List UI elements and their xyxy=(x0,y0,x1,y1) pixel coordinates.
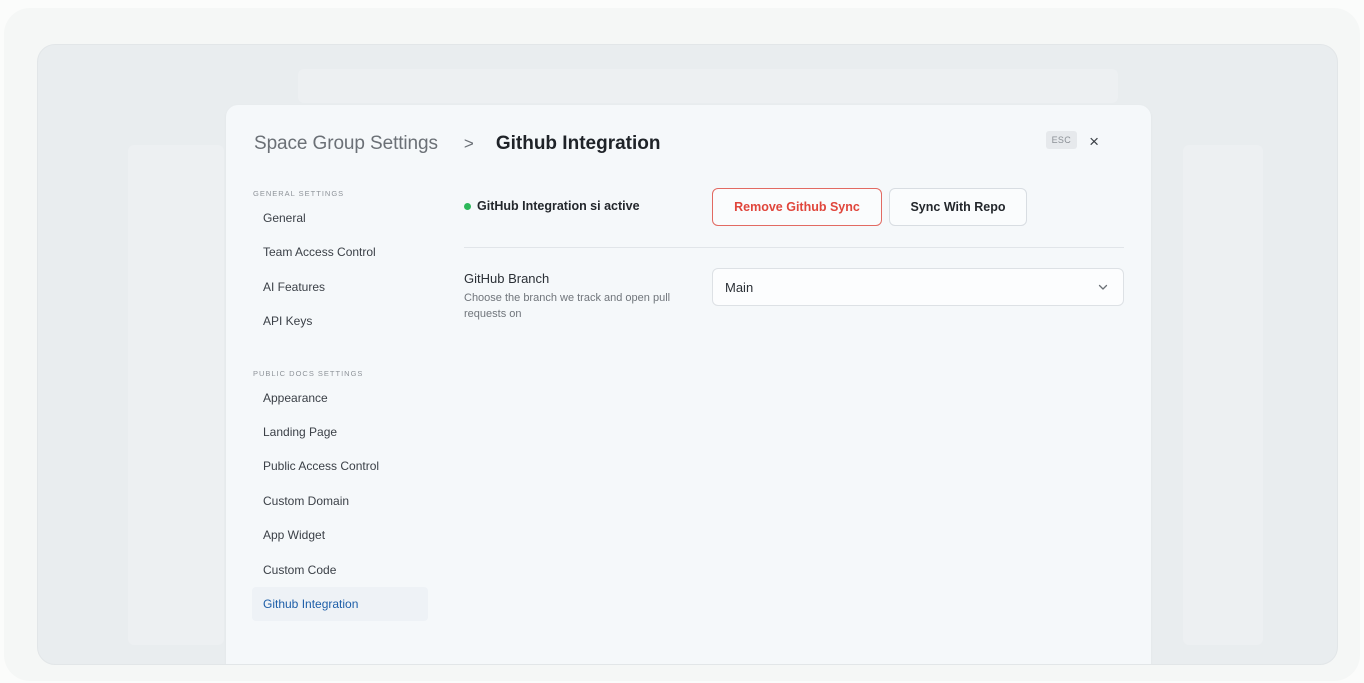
divider xyxy=(464,247,1124,248)
backdrop-ghost-right xyxy=(1183,145,1263,645)
sidebar-item-custom-code[interactable]: Custom Code xyxy=(252,553,428,587)
sync-with-repo-button[interactable]: Sync With Repo xyxy=(889,188,1027,226)
sidebar-item-general[interactable]: General xyxy=(252,201,428,235)
branch-field-title: GitHub Branch xyxy=(464,271,550,286)
sidebar-item-api-keys[interactable]: API Keys xyxy=(252,304,428,338)
sidebar-item-team-access-control[interactable]: Team Access Control xyxy=(252,235,428,269)
page-title: Github Integration xyxy=(495,133,661,154)
sidebar-item-appearance[interactable]: Appearance xyxy=(252,381,428,415)
sidebar-item-ai-features[interactable]: AI Features xyxy=(252,270,428,304)
settings-modal: Space Group Settings > Github Integratio… xyxy=(226,105,1151,664)
branch-select[interactable]: Main xyxy=(712,268,1124,306)
esc-shortcut-badge: ESC xyxy=(1045,131,1077,149)
sidebar-section-general: GENERAL SETTINGS xyxy=(253,189,345,198)
sidebar-section-public-docs: PUBLIC DOCS SETTINGS xyxy=(253,368,364,378)
remove-github-sync-button[interactable]: Remove Github Sync xyxy=(712,188,882,226)
sidebar-item-landing-page[interactable]: Landing Page xyxy=(252,415,428,449)
github-integration-panel: GitHub Integration si active Remove Gith… xyxy=(464,187,1124,320)
status-row: GitHub Integration si active Remove Gith… xyxy=(464,187,1124,227)
chevron-down-icon xyxy=(1098,284,1108,290)
breadcrumb-root[interactable]: Space Group Settings xyxy=(254,133,438,155)
breadcrumb-separator-icon: > xyxy=(463,134,474,153)
status-dot-icon xyxy=(464,202,471,210)
close-icon[interactable]: × xyxy=(1089,129,1099,155)
backdrop-ghost-bar xyxy=(298,69,1118,103)
backdrop: Space Group Settings > Github Integratio… xyxy=(37,44,1338,665)
branch-select-value: Main xyxy=(725,280,754,295)
settings-sidebar: GENERAL SETTINGS General Team Access Con… xyxy=(252,187,428,622)
branch-field-description: Choose the branch we track and open pull… xyxy=(464,292,671,320)
status-text: GitHub Integration si active xyxy=(477,199,640,213)
sidebar-item-github-integration[interactable]: Github Integration xyxy=(252,586,428,622)
sidebar-item-custom-domain[interactable]: Custom Domain xyxy=(252,484,428,518)
sidebar-item-public-access-control[interactable]: Public Access Control xyxy=(252,449,428,483)
integration-status: GitHub Integration si active xyxy=(464,199,640,213)
modal-header: Space Group Settings > Github Integratio… xyxy=(254,129,1123,159)
outer-frame: Space Group Settings > Github Integratio… xyxy=(4,8,1360,681)
sidebar-item-app-widget[interactable]: App Widget xyxy=(252,518,428,552)
backdrop-ghost-left xyxy=(128,145,224,645)
